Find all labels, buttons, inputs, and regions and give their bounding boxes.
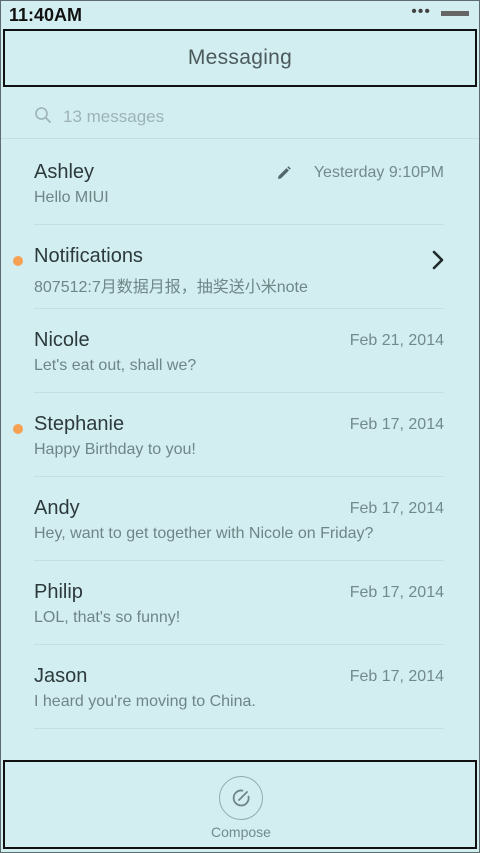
contact-name: Andy <box>34 497 80 519</box>
header: Messaging <box>3 29 477 87</box>
contact-name: Notifications <box>34 245 143 267</box>
message-preview: Happy Birthday to you! <box>34 441 196 458</box>
bottom-bar: Compose <box>3 760 477 849</box>
conversation-list: Ashley Hello MIUI Yesterday 9:10PM Notif… <box>1 141 479 729</box>
status-time: 11:40AM <box>9 5 83 25</box>
more-dots-icon: ••• <box>411 3 431 20</box>
contact-name: Jason <box>34 665 88 687</box>
conversation-row-ashley[interactable]: Ashley Hello MIUI Yesterday 9:10PM <box>1 141 479 225</box>
message-time: Feb 17, 2014 <box>349 416 444 433</box>
unread-dot <box>13 256 23 266</box>
message-preview: Let's eat out, shall we? <box>34 357 197 374</box>
message-preview: Hey, want to get together with Nicole on… <box>34 525 374 542</box>
conversation-row-jason[interactable]: Jason I heard you're moving to China. Fe… <box>1 645 479 729</box>
chevron-right-icon <box>432 250 444 270</box>
battery-icon <box>441 11 469 16</box>
page-title: Messaging <box>187 46 293 69</box>
conversation-row-nicole[interactable]: Nicole Let's eat out, shall we? Feb 21, … <box>1 309 479 393</box>
search-icon <box>35 107 51 123</box>
pencil-icon <box>278 166 291 179</box>
contact-name: Ashley <box>34 161 95 183</box>
search-input[interactable]: 13 messages <box>63 107 164 127</box>
message-time: Feb 17, 2014 <box>349 500 444 517</box>
message-preview: LOL, that's so funny! <box>34 609 181 626</box>
message-preview: Hello MIUI <box>34 189 109 206</box>
conversation-row-stephanie[interactable]: Stephanie Happy Birthday to you! Feb 17,… <box>1 393 479 477</box>
message-time: Feb 21, 2014 <box>349 332 444 349</box>
compose-circle <box>219 776 263 820</box>
message-time: Feb 17, 2014 <box>349 668 444 685</box>
status-bar: 11:40AM ••• <box>1 1 479 29</box>
unread-dot <box>13 424 23 434</box>
divider <box>34 728 444 729</box>
compose-icon <box>232 789 250 807</box>
contact-name: Nicole <box>34 329 90 351</box>
message-preview: I heard you're moving to China. <box>34 693 256 710</box>
conversation-row-andy[interactable]: Andy Hey, want to get together with Nico… <box>1 477 479 561</box>
contact-name: Philip <box>34 581 83 603</box>
compose-button[interactable]: Compose <box>211 774 271 846</box>
message-time: Feb 17, 2014 <box>349 584 444 601</box>
contact-name: Stephanie <box>34 413 125 435</box>
message-time: Yesterday 9:10PM <box>313 164 444 181</box>
conversation-row-philip[interactable]: Philip LOL, that's so funny! Feb 17, 201… <box>1 561 479 645</box>
conversation-row-notifications[interactable]: Notifications 807512:7月数据月报，抽奖送小米note <box>1 225 479 309</box>
message-preview: 807512:7月数据月报，抽奖送小米note <box>34 279 308 296</box>
compose-label: Compose <box>211 824 271 840</box>
search-bar[interactable]: 13 messages <box>1 97 479 139</box>
